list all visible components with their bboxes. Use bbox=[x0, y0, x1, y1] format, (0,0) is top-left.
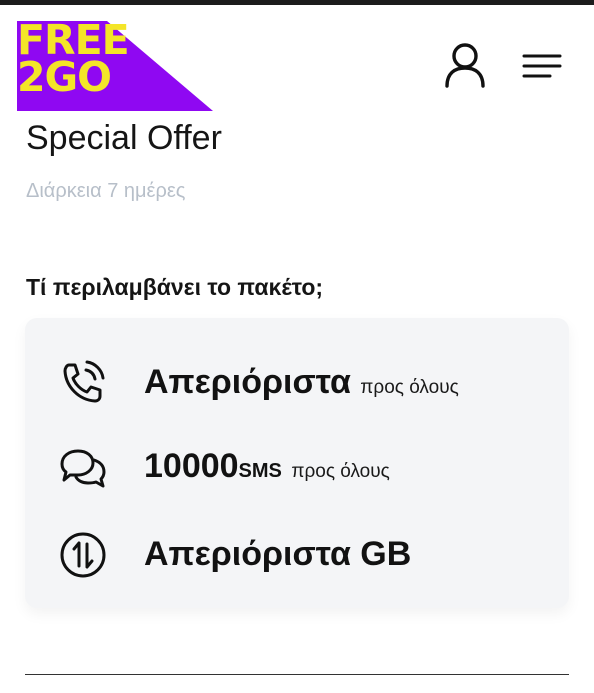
logo-text-2go: 2GO bbox=[17, 53, 112, 101]
data-transfer-icon bbox=[58, 530, 108, 580]
feature-calls-text: Απεριόριστα προς όλους bbox=[144, 362, 459, 408]
hamburger-menu-icon[interactable] bbox=[520, 52, 562, 80]
offer-duration: Διάρκεια 7 ημέρες bbox=[26, 180, 186, 202]
feature-calls-note: προς όλους bbox=[360, 377, 459, 398]
feature-data-text: Απεριόριστα GB bbox=[144, 534, 411, 574]
free2go-logo[interactable]: FREE 2GO bbox=[17, 20, 213, 111]
feature-sms-text: 10000SMS προς όλους bbox=[144, 446, 390, 492]
feature-sms: 10000SMS προς όλους bbox=[25, 440, 569, 500]
top-status-bar bbox=[0, 0, 594, 5]
section-divider bbox=[25, 674, 569, 675]
user-icon[interactable] bbox=[444, 42, 486, 88]
package-card: Απεριόριστα προς όλους 10000SMS προς όλο… bbox=[25, 318, 569, 608]
feature-data-value: Απεριόριστα GB bbox=[144, 535, 412, 573]
feature-calls: Απεριόριστα προς όλους bbox=[25, 354, 569, 414]
offer-title: Special Offer bbox=[26, 119, 222, 157]
package-heading: Τί περιλαμβάνει το πακέτο; bbox=[26, 274, 324, 300]
feature-sms-note: προς όλους bbox=[291, 461, 390, 482]
chat-bubbles-icon bbox=[58, 444, 108, 494]
phone-call-icon bbox=[58, 358, 108, 408]
feature-calls-value: Απεριόριστα bbox=[144, 363, 351, 401]
feature-sms-unit: SMS bbox=[238, 460, 282, 482]
feature-sms-value: 10000 bbox=[144, 447, 239, 485]
feature-data: Απεριόριστα GB bbox=[25, 526, 569, 586]
